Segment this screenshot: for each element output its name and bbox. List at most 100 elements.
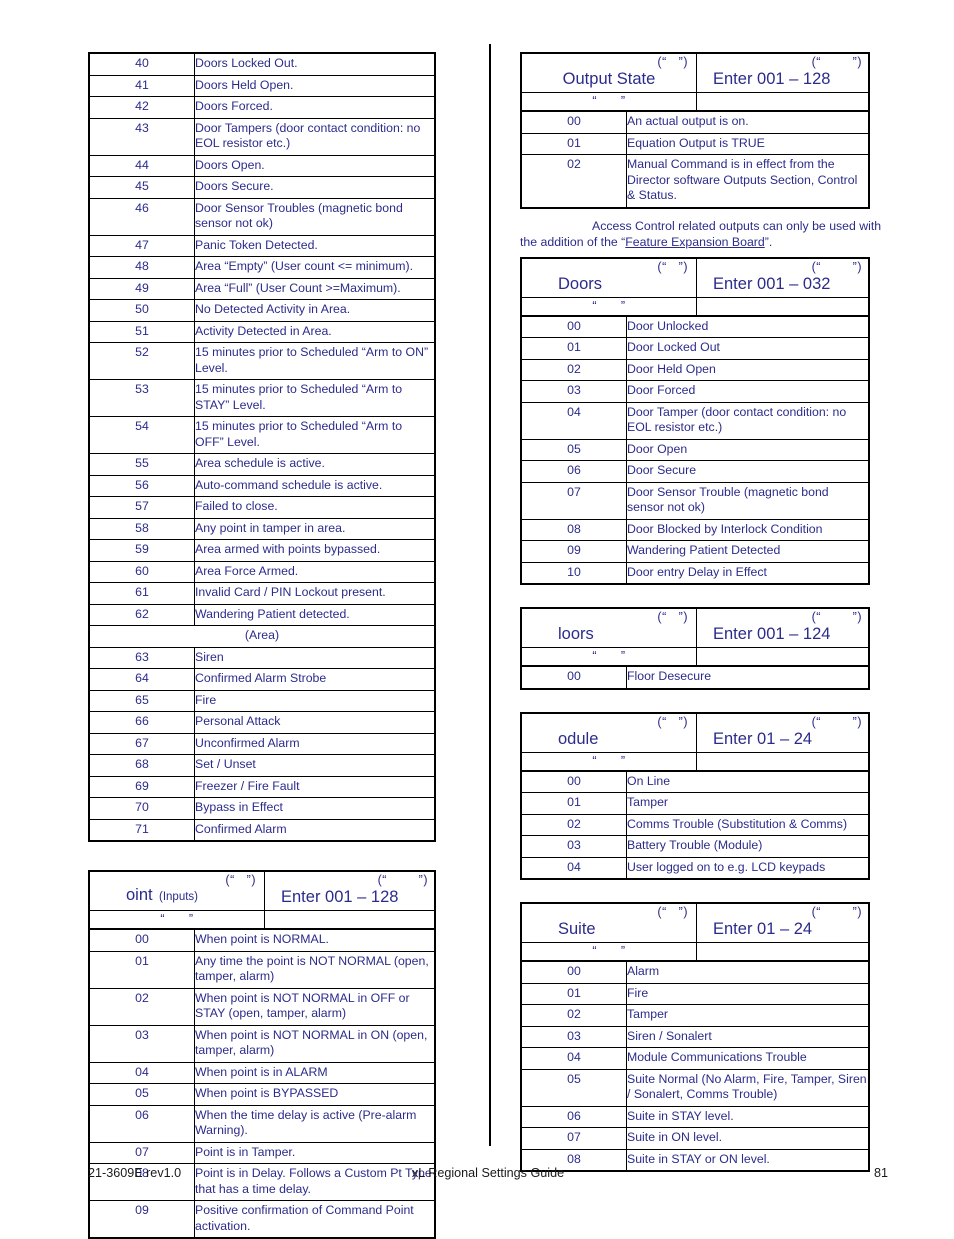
table-row: 67 Unconfirmed Alarm — [88, 732, 436, 755]
doors-table-header: (“ ”) Doors (“ ”) Enter 001 – 032 “ ” — [520, 256, 870, 316]
row-code: 05 — [520, 1068, 627, 1107]
row-code: 06 — [88, 1104, 195, 1143]
row-description: Area Force Armed. — [194, 560, 436, 583]
quote-placeholder: (“ ”) — [811, 905, 862, 919]
row-code: 49 — [88, 277, 195, 300]
output-state-subheader-blank — [696, 92, 870, 111]
row-code: 09 — [88, 1200, 195, 1239]
table-row: 65 Fire — [88, 689, 436, 712]
suite-header-row: (“ ”) Suite (“ ”) Enter 01 – 24 — [520, 902, 870, 943]
row-code: 03 — [520, 835, 627, 858]
row-description: Door Held Open — [626, 358, 870, 381]
table-row: 63 Siren — [88, 646, 436, 669]
row-code: 00 — [520, 961, 627, 984]
table-row: 05 When point is BYPASSED — [88, 1083, 436, 1106]
table-row: 49 Area “Full” (User Count >=Maximum). — [88, 277, 436, 300]
table-row: 55 Area schedule is active. — [88, 453, 436, 476]
floors-subheader-quote: “ ” — [520, 647, 697, 666]
quote-placeholder: (“ ”) — [811, 55, 862, 69]
suite-subheader-row: “ ” — [520, 942, 870, 961]
row-code: 05 — [520, 438, 627, 461]
row-description: Wandering Patient Detected — [626, 540, 870, 563]
row-description: Comms Trouble (Substitution & Comms) — [626, 813, 870, 836]
point-title-sub: (Inputs) — [159, 891, 198, 903]
floors-header-row: (“ ”) loors (“ ”) Enter 001 – 124 — [520, 607, 870, 648]
output-state-subheader-row: “ ” — [520, 92, 870, 111]
row-code: 70 — [88, 797, 195, 820]
row-description: Suite in STAY level. — [626, 1105, 870, 1128]
row-code: 02 — [520, 154, 627, 208]
row-code: 09 — [520, 540, 627, 563]
row-description: Confirmed Alarm Strobe — [194, 668, 436, 691]
table-row: 42 Doors Forced. — [88, 96, 436, 119]
row-description: An actual output is on. — [626, 111, 870, 134]
footer-page-number: 81 — [873, 1166, 888, 1180]
row-code: 69 — [88, 775, 195, 798]
suite-title: Suite — [558, 920, 596, 938]
floors-subheader-blank — [696, 647, 870, 666]
table-row: 09 Positive confirmation of Command Point… — [88, 1200, 436, 1239]
row-description: When point is BYPASSED — [194, 1083, 436, 1106]
point-header-range-cell: (“ ”) Enter 001 – 128 — [264, 870, 436, 911]
row-code: 58 — [88, 517, 195, 540]
table-row: 01 Equation Output is TRUE — [520, 132, 870, 155]
table-row: 68 Set / Unset — [88, 754, 436, 777]
table-row: 06 Door Secure — [520, 460, 870, 483]
row-description: Tamper — [626, 1004, 870, 1027]
row-code: 01 — [520, 982, 627, 1005]
table-row: 54 15 minutes prior to Scheduled “Arm to … — [88, 416, 436, 454]
output-state-title-cell: (“ ”) Output State — [520, 52, 697, 93]
row-description: Area “Full” (User Count >=Maximum). — [194, 277, 436, 300]
row-code: 40 — [88, 52, 195, 76]
point-header-row: (“ ”) oint (Inputs) (“ ”) Enter 001 – 12… — [88, 870, 436, 911]
table-row: 00 Alarm — [520, 961, 870, 984]
row-description: Door entry Delay in Effect — [626, 561, 870, 585]
floors-title: loors — [558, 625, 594, 643]
note-underlined: Feature Expansion Board — [625, 234, 765, 249]
table-row: 00 Floor Desecure — [520, 666, 870, 689]
module-rows: 00 On Line 01 Tamper 02 Comms Trouble (Substi… — [520, 770, 870, 880]
event-codes-body: 40 Doors Locked Out. 41 Doors Held Open. 42 D… — [88, 52, 436, 842]
row-description: Area schedule is active. — [194, 453, 436, 476]
module-subheader-quote: “ ” — [520, 751, 697, 771]
row-description: Invalid Card / PIN Lockout present. — [194, 582, 436, 605]
row-description: Panic Token Detected. — [194, 234, 436, 257]
table-row: 66 Personal Attack — [88, 711, 436, 734]
row-code: 56 — [88, 474, 195, 497]
row-description: Battery Trouble (Module) — [626, 835, 870, 858]
row-code: 51 — [88, 320, 195, 343]
row-description: Tamper — [626, 792, 870, 815]
footer-title: xL Regional Settings Guide — [411, 1166, 565, 1180]
row-description: Any point in tamper in area. — [194, 517, 436, 540]
row-description: Doors Forced. — [194, 96, 436, 119]
table-row: 05 Suite Normal (No Alarm, Fire, Tamper, … — [520, 1068, 870, 1107]
row-code: 47 — [88, 234, 195, 257]
quote-placeholder: (“ ”) — [811, 259, 862, 274]
row-code: 01 — [520, 792, 627, 815]
table-row: 10 Door entry Delay in Effect — [520, 561, 870, 585]
row-code: 61 — [88, 582, 195, 605]
doors-rows: 00 Door Unlocked 01 Door Locked Out 02 Door H… — [520, 315, 870, 585]
doors-subheader-quote: “ ” — [520, 296, 697, 316]
row-description: Door Sensor Troubles (magnetic bond sens… — [194, 197, 436, 236]
table-row: 07 Door Sensor Trouble (magnetic bond sen… — [520, 481, 870, 520]
row-description: 15 minutes prior to Scheduled “Arm to ON… — [194, 342, 436, 380]
table-row: 50 No Detected Activity in Area. — [88, 299, 436, 322]
row-description: Suite Normal (No Alarm, Fire, Tamper, Si… — [626, 1068, 870, 1107]
table-row: 01 Door Locked Out — [520, 337, 870, 360]
row-code: 07 — [520, 481, 627, 520]
suite-range-cell: (“ ”) Enter 01 – 24 — [696, 902, 870, 943]
row-code: 04 — [88, 1061, 195, 1084]
row-description: Any time the point is NOT NORMAL (open, … — [194, 950, 436, 989]
row-description: When point is NOT NORMAL in ON (open, ta… — [194, 1024, 436, 1063]
table-row: 04 When point is in ALARM — [88, 1061, 436, 1084]
row-description: 15 minutes prior to Scheduled “Arm to OF… — [194, 416, 436, 454]
event-codes-table: 40 Doors Locked Out. 41 Doors Held Open. 42 D… — [88, 52, 436, 842]
table-row: 60 Area Force Armed. — [88, 560, 436, 583]
suite-subheader-blank — [696, 942, 870, 961]
row-code: 43 — [88, 117, 195, 156]
row-code: 03 — [520, 380, 627, 403]
